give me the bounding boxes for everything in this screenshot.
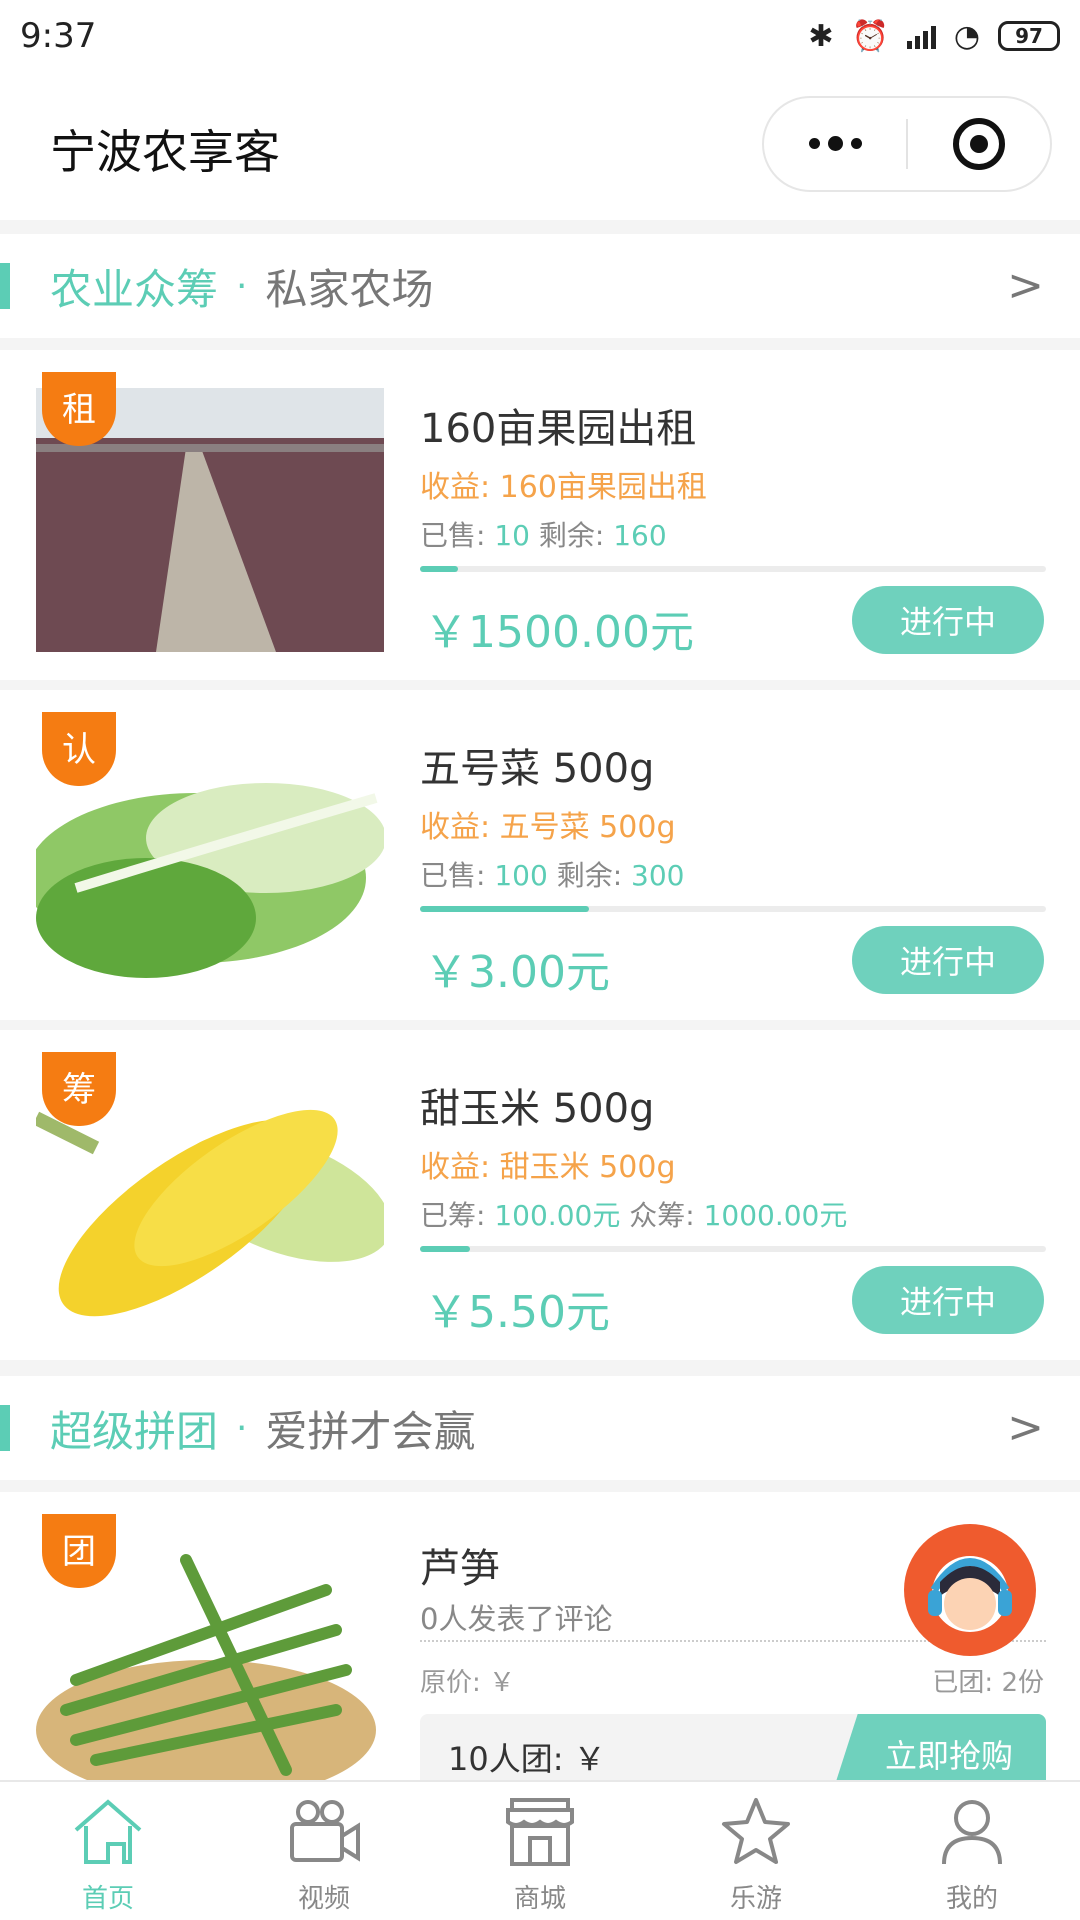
section-group-buy-header[interactable]: 超级拼团 · 爱拼才会赢 >	[0, 1376, 1080, 1480]
product-tag: 筹	[42, 1052, 116, 1126]
status-time: 9:37	[20, 16, 97, 56]
section-crowdfunding-header[interactable]: 农业众筹 · 私家农场 >	[0, 234, 1080, 338]
bottom-tab-bar: 首页 视频 商城 乐游 我的	[0, 1780, 1080, 1920]
status-button[interactable]: 进行中	[852, 1266, 1044, 1334]
section-separator: ·	[236, 265, 248, 307]
tab-store[interactable]: 商城	[432, 1782, 648, 1920]
user-icon	[942, 1800, 1002, 1865]
product-stats: 已售: 100 剩余: 300	[420, 859, 685, 892]
product-name: 甜玉米 500g	[420, 1086, 655, 1132]
product-benefit: 收益: 甜玉米 500g	[420, 1150, 676, 1185]
target-icon	[953, 118, 1005, 170]
page-title: 宁波农享客	[50, 125, 280, 179]
product-tag: 认	[42, 712, 116, 786]
product-tag: 团	[42, 1514, 116, 1588]
progress-fill	[420, 1246, 471, 1252]
section-title: 农业众筹	[50, 264, 219, 314]
section-separator: ·	[236, 1407, 248, 1449]
group-buy-bar: 10人团: ￥ 立即抢购	[420, 1714, 1046, 1782]
chevron-right-icon[interactable]: >	[1007, 260, 1044, 311]
tab-home[interactable]: 首页	[0, 1782, 216, 1920]
progress-fill	[420, 906, 590, 912]
product-price: ￥1500.00元	[424, 607, 694, 658]
chevron-right-icon[interactable]: >	[1007, 1402, 1044, 1453]
buy-now-button[interactable]: 立即抢购	[832, 1714, 1046, 1782]
section-accent-bar	[0, 263, 10, 309]
product-benefit: 收益: 160亩果园出租	[420, 470, 707, 505]
tab-label: 商城	[513, 1884, 566, 1914]
headset-avatar-icon	[928, 1556, 1012, 1632]
joined-count: 已团: 2份	[932, 1668, 1044, 1698]
product-name: 五号菜 500g	[420, 746, 655, 792]
product-name: 160亩果园出租	[420, 406, 697, 452]
product-progress	[420, 566, 1046, 572]
product-card-orchard[interactable]: 租 160亩果园出租 收益: 160亩果园出租 已售: 10 剩余: 160 ￥…	[0, 350, 1080, 680]
tab-label: 乐游	[729, 1884, 782, 1914]
miniprogram-capsule	[762, 96, 1052, 192]
wifi-icon: ◔	[953, 18, 980, 54]
section-subtitle: 私家农场	[265, 264, 434, 314]
app-header: 宁波农享客	[0, 72, 1080, 220]
product-progress	[420, 906, 1046, 912]
product-price: ￥5.50元	[424, 1287, 610, 1338]
tab-profile[interactable]: 我的	[864, 1782, 1080, 1920]
status-icons: ✱ ⏰ ◔ 97	[808, 19, 1060, 54]
section-subtitle: 爱拼才会赢	[265, 1406, 476, 1456]
close-miniprogram-button[interactable]	[908, 118, 1050, 170]
section-accent-bar	[0, 1405, 10, 1451]
product-progress	[420, 1246, 1046, 1252]
product-card-cabbage[interactable]: 认 五号菜 500g 收益: 五号菜 500g 已售: 100 剩余: 300 …	[0, 690, 1080, 1020]
store-icon	[506, 1798, 574, 1866]
status-button[interactable]: 进行中	[852, 586, 1044, 654]
comment-count: 0人发表了评论	[420, 1602, 613, 1636]
product-benefit: 收益: 五号菜 500g	[420, 810, 676, 845]
product-name: 芦笋	[420, 1546, 500, 1592]
product-card-corn[interactable]: 筹 甜玉米 500g 收益: 甜玉米 500g 已筹: 100.00元 众筹: …	[0, 1030, 1080, 1360]
product-stats: 已筹: 100.00元 众筹: 1000.00元	[420, 1199, 848, 1232]
section-title: 超级拼团	[50, 1406, 219, 1456]
tab-label: 我的	[945, 1884, 998, 1914]
product-tag: 租	[42, 372, 116, 446]
customer-service-button[interactable]	[904, 1524, 1036, 1656]
product-price: ￥3.00元	[424, 947, 610, 998]
bluetooth-icon: ✱	[808, 18, 834, 54]
alarm-icon: ⏰	[851, 18, 889, 54]
signal-icon	[906, 23, 936, 49]
progress-fill	[420, 566, 458, 572]
tab-travel[interactable]: 乐游	[648, 1782, 864, 1920]
tab-label: 视频	[297, 1884, 350, 1914]
team-price: 10人团: ￥	[448, 1740, 606, 1778]
tab-video[interactable]: 视频	[216, 1782, 432, 1920]
star-icon	[722, 1798, 790, 1864]
product-stats: 已售: 10 剩余: 160	[420, 519, 667, 552]
battery-icon: 97	[998, 21, 1060, 51]
status-bar: 9:37 ✱ ⏰ ◔ 97	[0, 0, 1080, 72]
original-price: 原价: ￥	[420, 1668, 516, 1698]
tab-label: 首页	[81, 1884, 134, 1914]
home-icon	[74, 1799, 142, 1864]
video-camera-icon	[290, 1800, 360, 1862]
status-button[interactable]: 进行中	[852, 926, 1044, 994]
more-menu-button[interactable]	[764, 135, 906, 151]
